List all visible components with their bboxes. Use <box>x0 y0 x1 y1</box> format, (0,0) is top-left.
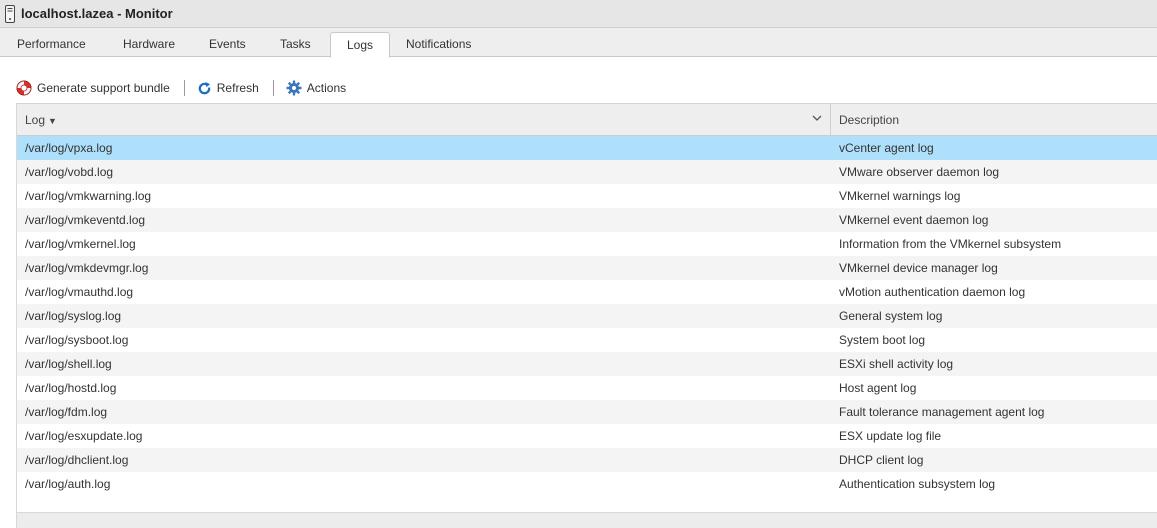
grid-footer <box>17 512 1157 528</box>
log-path-cell: /var/log/sysboot.log <box>25 333 129 347</box>
grid-header: Log ▼ Description <box>17 103 1157 136</box>
tab-notifications[interactable]: Notifications <box>402 31 475 57</box>
toolbar-separator <box>272 80 274 96</box>
log-description-cell: Authentication subsystem log <box>839 477 996 491</box>
log-path-cell: /var/log/fdm.log <box>25 405 108 419</box>
refresh-label: Refresh <box>216 81 259 95</box>
log-description-cell: Fault tolerance management agent log <box>839 405 1045 419</box>
grid-rows: /var/log/vpxa.log vCenter agent log /var… <box>17 136 1157 496</box>
tab-tasks[interactable]: Tasks <box>276 31 315 57</box>
log-path-cell: /var/log/shell.log <box>25 357 112 371</box>
log-description-cell: VMkernel device manager log <box>839 261 998 275</box>
column-header-description[interactable]: Description <box>831 104 1157 136</box>
log-path-cell: /var/log/vobd.log <box>25 165 114 179</box>
gear-icon <box>286 80 302 96</box>
log-description-cell: vMotion authentication daemon log <box>839 285 1026 299</box>
table-row[interactable]: /var/log/vmkwarning.log VMkernel warning… <box>17 184 1157 208</box>
lifebuoy-icon <box>16 80 32 96</box>
log-description-cell: Information from the VMkernel subsystem <box>839 237 1062 251</box>
log-path-cell: /var/log/vpxa.log <box>25 141 113 155</box>
log-description-cell: ESXi shell activity log <box>839 357 954 371</box>
logs-toolbar: Generate support bundle Refresh Actions <box>16 76 346 100</box>
tab-hardware[interactable]: Hardware <box>119 31 179 57</box>
actions-button[interactable]: Actions <box>286 80 346 96</box>
log-description-cell: VMkernel warnings log <box>839 189 961 203</box>
tab-performance[interactable]: Performance <box>13 31 90 57</box>
table-row[interactable]: /var/log/vmauthd.log vMotion authenticat… <box>17 280 1157 304</box>
log-path-cell: /var/log/dhclient.log <box>25 453 129 467</box>
log-description-cell: System boot log <box>839 333 926 347</box>
log-description-cell: ESX update log file <box>839 429 942 443</box>
tab-logs[interactable]: Logs <box>330 32 390 58</box>
refresh-icon <box>198 81 211 94</box>
log-description-cell: vCenter agent log <box>839 141 934 155</box>
log-path-cell: /var/log/vmkeventd.log <box>25 213 146 227</box>
actions-label: Actions <box>306 81 347 95</box>
log-path-cell: /var/log/vmkwarning.log <box>25 189 152 203</box>
toolbar-separator <box>183 80 185 96</box>
window-titlebar: localhost.lazea - Monitor <box>0 0 1157 28</box>
log-path-cell: /var/log/esxupdate.log <box>25 429 143 443</box>
log-description-cell: VMkernel event daemon log <box>839 213 989 227</box>
table-row[interactable]: /var/log/auth.log Authentication subsyst… <box>17 472 1157 496</box>
table-row[interactable]: /var/log/shell.log ESXi shell activity l… <box>17 352 1157 376</box>
generate-support-bundle-label: Generate support bundle <box>37 81 170 95</box>
log-path-cell: /var/log/hostd.log <box>25 381 117 395</box>
log-path-cell: /var/log/vmauthd.log <box>25 285 134 299</box>
column-header-log[interactable]: Log ▼ <box>17 104 831 136</box>
column-header-log-label: Log <box>25 113 46 127</box>
table-row[interactable]: /var/log/vmkdevmgr.log VMkernel device m… <box>17 256 1157 280</box>
table-row[interactable]: /var/log/vobd.log VMware observer daemon… <box>17 160 1157 184</box>
host-icon <box>4 4 16 23</box>
table-row[interactable]: /var/log/syslog.log General system log <box>17 304 1157 328</box>
log-description-cell: Host agent log <box>839 381 917 395</box>
log-path-cell: /var/log/vmkernel.log <box>25 237 136 251</box>
table-row[interactable]: /var/log/dhclient.log DHCP client log <box>17 448 1157 472</box>
table-row[interactable]: /var/log/vpxa.log vCenter agent log <box>17 136 1157 160</box>
tab-events[interactable]: Events <box>205 31 250 57</box>
table-row[interactable]: /var/log/vmkernel.log Information from t… <box>17 232 1157 256</box>
log-path-cell: /var/log/syslog.log <box>25 309 122 323</box>
table-row[interactable]: /var/log/hostd.log Host agent log <box>17 376 1157 400</box>
table-row[interactable]: /var/log/fdm.log Fault tolerance managem… <box>17 400 1157 424</box>
tab-bar: Performance Hardware Events Tasks Logs N… <box>0 28 1157 58</box>
logs-grid: Log ▼ Description /var/log/vpxa.log vCent… <box>16 103 1157 528</box>
sort-desc-icon: ▼ <box>48 116 57 126</box>
log-path-cell: /var/log/vmkdevmgr.log <box>25 261 149 275</box>
log-description-cell: VMware observer daemon log <box>839 165 1000 179</box>
table-row[interactable]: /var/log/esxupdate.log ESX update log fi… <box>17 424 1157 448</box>
refresh-button[interactable]: Refresh <box>197 81 259 96</box>
window-title: localhost.lazea - Monitor <box>21 6 173 21</box>
generate-support-bundle-button[interactable]: Generate support bundle <box>16 80 170 96</box>
table-row[interactable]: /var/log/sysboot.log System boot log <box>17 328 1157 352</box>
table-row[interactable]: /var/log/vmkeventd.log VMkernel event da… <box>17 208 1157 232</box>
log-path-cell: /var/log/auth.log <box>25 477 111 491</box>
chevron-down-icon[interactable] <box>812 115 822 122</box>
log-description-cell: General system log <box>839 309 943 323</box>
log-description-cell: DHCP client log <box>839 453 924 467</box>
